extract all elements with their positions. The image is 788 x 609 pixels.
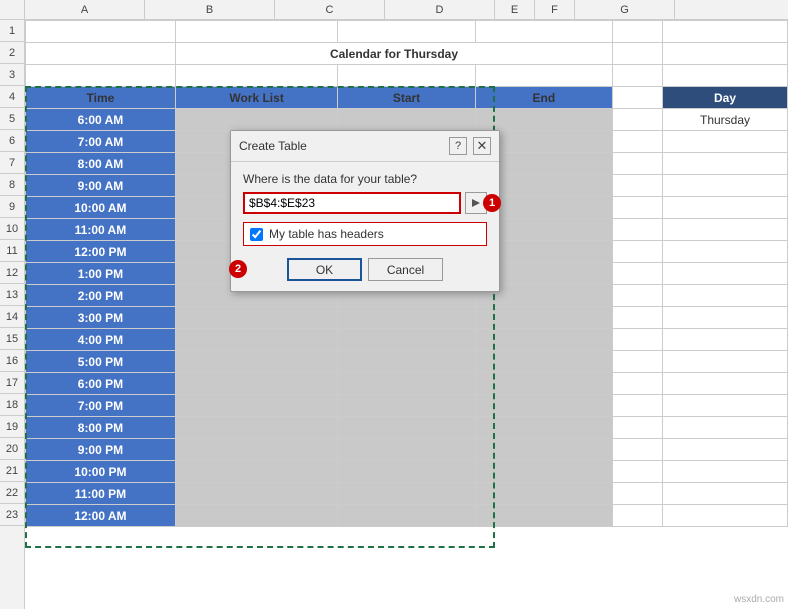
table-row: 11:00 PM bbox=[26, 483, 788, 505]
table-row: 10:00 PM bbox=[26, 461, 788, 483]
step-badge-2: 2 bbox=[229, 260, 247, 278]
row-header-6: 6 bbox=[0, 130, 24, 152]
row-header-8: 8 bbox=[0, 174, 24, 196]
col-header-a bbox=[0, 0, 25, 19]
row-header-3: 3 bbox=[0, 64, 24, 86]
dialog-title: Create Table bbox=[239, 139, 307, 153]
table-row: 5:00 PM bbox=[26, 351, 788, 373]
table-row: 12:00 AM bbox=[26, 505, 788, 527]
table-row: 4:00 PM bbox=[26, 329, 788, 351]
row-header-20: 20 bbox=[0, 438, 24, 460]
col-header-g: F bbox=[535, 0, 575, 19]
table-range-input[interactable] bbox=[243, 192, 461, 214]
table-row: 8:00 PM bbox=[26, 417, 788, 439]
row-header-7: 7 bbox=[0, 152, 24, 174]
row-header-4: 4 bbox=[0, 86, 24, 108]
row-header-23: 23 bbox=[0, 504, 24, 526]
col-header-e: D bbox=[385, 0, 495, 19]
headers-checkbox[interactable] bbox=[250, 228, 263, 241]
row-header-17: 17 bbox=[0, 372, 24, 394]
dialog-ok-button[interactable]: OK bbox=[287, 258, 362, 281]
dialog-range-label: Where is the data for your table? bbox=[243, 172, 487, 186]
row-header-16: 16 bbox=[0, 350, 24, 372]
table-row bbox=[26, 65, 788, 87]
table-row: 6:00 AM Thursday bbox=[26, 109, 788, 131]
spreadsheet-body: 1 2 3 4 5 6 7 8 9 10 11 12 13 14 15 16 1… bbox=[0, 20, 788, 609]
column-headers: A B C D E F G bbox=[0, 0, 788, 20]
table-row: 6:00 PM bbox=[26, 373, 788, 395]
dialog-titlebar: Create Table ? ✕ bbox=[231, 131, 499, 162]
row-header-10: 10 bbox=[0, 218, 24, 240]
dialog-checkbox-row: My table has headers bbox=[243, 222, 487, 246]
col-header-c: B bbox=[145, 0, 275, 19]
dialog-title-buttons: ? ✕ bbox=[449, 137, 491, 155]
row-header-5: 5 bbox=[0, 108, 24, 130]
create-table-dialog: Create Table ? ✕ Where is the data for y… bbox=[230, 130, 500, 292]
row-header-12: 12 bbox=[0, 262, 24, 284]
spreadsheet: A B C D E F G 1 2 3 4 5 6 7 8 9 10 11 12… bbox=[0, 0, 788, 609]
row-header-13: 13 bbox=[0, 284, 24, 306]
row-header-15: 15 bbox=[0, 328, 24, 350]
row-header-1: 1 bbox=[0, 20, 24, 42]
cells-area: Calendar for Thursday Time Work List bbox=[25, 20, 788, 609]
table-row bbox=[26, 21, 788, 43]
row-header-22: 22 bbox=[0, 482, 24, 504]
dialog-help-button[interactable]: ? bbox=[449, 137, 467, 155]
spreadsheet-title: Calendar for Thursday bbox=[175, 43, 612, 65]
col-header-h: G bbox=[575, 0, 675, 19]
row-header-11: 11 bbox=[0, 240, 24, 262]
table-row: Calendar for Thursday bbox=[26, 43, 788, 65]
dialog-close-button[interactable]: ✕ bbox=[473, 137, 491, 155]
table-row: 9:00 PM bbox=[26, 439, 788, 461]
step-badge-1: 1 bbox=[483, 194, 501, 212]
headers-checkbox-label: My table has headers bbox=[269, 227, 384, 241]
dialog-cancel-button[interactable]: Cancel bbox=[368, 258, 443, 281]
row-header-18: 18 bbox=[0, 394, 24, 416]
table-row: Time Work List Start End Day bbox=[26, 87, 788, 109]
dialog-body: Where is the data for your table? 1 My t… bbox=[231, 162, 499, 291]
row-header-9: 9 bbox=[0, 196, 24, 218]
table-row: 7:00 PM bbox=[26, 395, 788, 417]
dialog-buttons: 2 OK Cancel bbox=[243, 258, 487, 281]
dialog-input-row: 1 bbox=[243, 192, 487, 214]
watermark: wsxdn.com bbox=[734, 594, 784, 605]
row-header-14: 14 bbox=[0, 306, 24, 328]
col-header-b: A bbox=[25, 0, 145, 19]
col-header-f: E bbox=[495, 0, 535, 19]
row-header-2: 2 bbox=[0, 42, 24, 64]
table-row: 3:00 PM bbox=[26, 307, 788, 329]
row-headers: 1 2 3 4 5 6 7 8 9 10 11 12 13 14 15 16 1… bbox=[0, 20, 25, 609]
col-header-d: C bbox=[275, 0, 385, 19]
row-header-19: 19 bbox=[0, 416, 24, 438]
row-header-21: 21 bbox=[0, 460, 24, 482]
